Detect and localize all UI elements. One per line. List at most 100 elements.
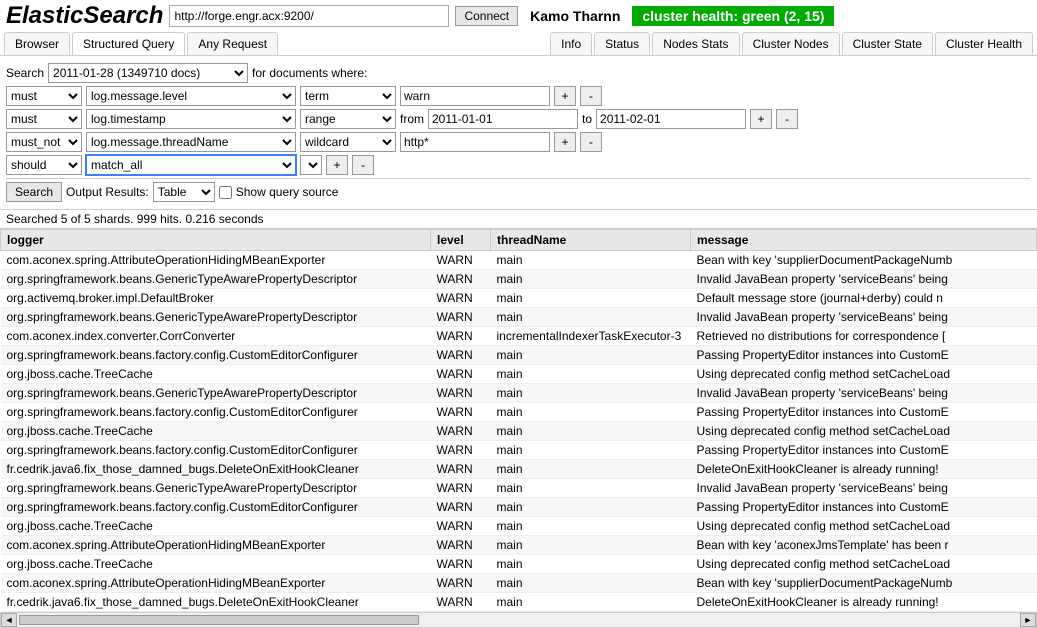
value-input[interactable] — [400, 132, 550, 152]
cell-logger: com.aconex.index.converter.CorrConverter — [1, 327, 431, 346]
cell-thread: main — [491, 403, 691, 422]
column-header-threadName[interactable]: threadName — [491, 230, 691, 251]
cell-msg: Using deprecated config method setCacheL… — [691, 422, 1037, 441]
cell-msg: Invalid JavaBean property 'serviceBeans'… — [691, 270, 1037, 289]
cell-msg: Default message store (journal+derby) co… — [691, 289, 1037, 308]
cell-thread: main — [491, 517, 691, 536]
tab-cluster-health[interactable]: Cluster Health — [935, 32, 1033, 55]
cell-level: WARN — [431, 422, 491, 441]
field-select[interactable]: log.message.level — [86, 86, 296, 106]
add-clause-button[interactable]: + — [554, 132, 576, 152]
table-row[interactable]: org.springframework.beans.GenericTypeAwa… — [1, 479, 1037, 498]
remove-clause-button[interactable]: - — [580, 132, 602, 152]
bool-select[interactable]: must — [6, 86, 82, 106]
show-query-source-label: Show query source — [236, 185, 339, 199]
bool-select[interactable]: must_not — [6, 132, 82, 152]
cell-level: WARN — [431, 403, 491, 422]
app-logo: ElasticSearch — [6, 2, 163, 30]
field-select[interactable]: log.message.threadName — [86, 132, 296, 152]
add-clause-button[interactable]: + — [750, 109, 772, 129]
show-query-source-checkbox[interactable] — [219, 186, 232, 199]
cell-level: WARN — [431, 365, 491, 384]
tab-info[interactable]: Info — [550, 32, 592, 55]
column-header-level[interactable]: level — [431, 230, 491, 251]
cluster-url-input[interactable] — [169, 5, 449, 27]
horizontal-scrollbar[interactable]: ◄ ► — [0, 612, 1037, 628]
cell-logger: org.jboss.cache.TreeCache — [1, 555, 431, 574]
column-header-logger[interactable]: logger — [1, 230, 431, 251]
add-clause-button[interactable]: + — [554, 86, 576, 106]
cell-msg: Using deprecated config method setCacheL… — [691, 517, 1037, 536]
tab-browser[interactable]: Browser — [4, 32, 70, 55]
cell-msg: Passing PropertyEditor instances into Cu… — [691, 403, 1037, 422]
cell-logger: org.springframework.beans.factory.config… — [1, 498, 431, 517]
cell-logger: fr.cedrik.java6.fix_those_damned_bugs.De… — [1, 593, 431, 612]
username-label: Kamo Tharnn — [530, 8, 620, 24]
table-row[interactable]: org.springframework.beans.factory.config… — [1, 403, 1037, 422]
table-row[interactable]: org.springframework.beans.GenericTypeAwa… — [1, 270, 1037, 289]
value-input[interactable] — [428, 109, 578, 129]
search-button[interactable]: Search — [6, 182, 62, 202]
scroll-right-arrow[interactable]: ► — [1020, 613, 1036, 627]
scroll-left-arrow[interactable]: ◄ — [1, 613, 17, 627]
cell-level: WARN — [431, 479, 491, 498]
cell-thread: main — [491, 479, 691, 498]
value-input[interactable] — [400, 86, 550, 106]
cell-msg: Passing PropertyEditor instances into Cu… — [691, 498, 1037, 517]
tab-any-request[interactable]: Any Request — [187, 32, 278, 55]
tab-nodes-stats[interactable]: Nodes Stats — [652, 32, 739, 55]
output-format-select[interactable]: Table — [153, 182, 215, 202]
table-row[interactable]: org.springframework.beans.factory.config… — [1, 346, 1037, 365]
index-select[interactable]: 2011-01-28 (1349710 docs) — [48, 63, 248, 83]
value2-input[interactable] — [596, 109, 746, 129]
table-row[interactable]: org.jboss.cache.TreeCacheWARNmainUsing d… — [1, 422, 1037, 441]
empty-select[interactable] — [300, 155, 322, 175]
table-row[interactable]: org.springframework.beans.factory.config… — [1, 441, 1037, 460]
to-label: to — [582, 112, 592, 126]
operator-select[interactable]: wildcard — [300, 132, 396, 152]
field-select[interactable]: log.timestamp — [86, 109, 296, 129]
tab-cluster-nodes[interactable]: Cluster Nodes — [742, 32, 840, 55]
output-results-label: Output Results: — [66, 185, 149, 199]
cell-logger: org.springframework.beans.factory.config… — [1, 346, 431, 365]
table-row[interactable]: org.springframework.beans.GenericTypeAwa… — [1, 384, 1037, 403]
scroll-thumb[interactable] — [19, 615, 419, 625]
bool-select[interactable]: must — [6, 109, 82, 129]
column-header-message[interactable]: message — [691, 230, 1037, 251]
cell-thread: main — [491, 346, 691, 365]
table-row[interactable]: org.springframework.beans.factory.config… — [1, 498, 1037, 517]
cluster-health-badge: cluster health: green (2, 15) — [632, 6, 834, 26]
cell-level: WARN — [431, 460, 491, 479]
cell-level: WARN — [431, 555, 491, 574]
connect-button[interactable]: Connect — [455, 6, 518, 26]
table-row[interactable]: com.aconex.index.converter.CorrConverter… — [1, 327, 1037, 346]
table-row[interactable]: com.aconex.spring.AttributeOperationHidi… — [1, 251, 1037, 270]
field-select[interactable]: match_all — [86, 155, 296, 175]
remove-clause-button[interactable]: - — [580, 86, 602, 106]
table-row[interactable]: org.jboss.cache.TreeCacheWARNmainUsing d… — [1, 365, 1037, 384]
cell-logger: org.springframework.beans.GenericTypeAwa… — [1, 384, 431, 403]
tab-structured-query[interactable]: Structured Query — [72, 32, 185, 55]
cell-msg: Invalid JavaBean property 'serviceBeans'… — [691, 308, 1037, 327]
cell-logger: org.jboss.cache.TreeCache — [1, 517, 431, 536]
table-row[interactable]: org.springframework.beans.GenericTypeAwa… — [1, 308, 1037, 327]
table-row[interactable]: org.jboss.cache.TreeCacheWARNmainUsing d… — [1, 555, 1037, 574]
table-row[interactable]: fr.cedrik.java6.fix_those_damned_bugs.De… — [1, 460, 1037, 479]
for-documents-label: for documents where: — [252, 66, 367, 80]
remove-clause-button[interactable]: - — [776, 109, 798, 129]
table-row[interactable]: com.aconex.spring.AttributeOperationHidi… — [1, 574, 1037, 593]
table-row[interactable]: org.jboss.cache.TreeCacheWARNmainUsing d… — [1, 517, 1037, 536]
tab-cluster-state[interactable]: Cluster State — [842, 32, 933, 55]
operator-select[interactable]: range — [300, 109, 396, 129]
remove-clause-button[interactable]: - — [352, 155, 374, 175]
table-row[interactable]: com.aconex.spring.AttributeOperationHidi… — [1, 536, 1037, 555]
cell-msg: DeleteOnExitHookCleaner is already runni… — [691, 460, 1037, 479]
cell-logger: org.springframework.beans.factory.config… — [1, 403, 431, 422]
cell-msg: Bean with key 'supplierDocumentPackageNu… — [691, 251, 1037, 270]
table-row[interactable]: org.activemq.broker.impl.DefaultBrokerWA… — [1, 289, 1037, 308]
tab-status[interactable]: Status — [594, 32, 650, 55]
bool-select[interactable]: should — [6, 155, 82, 175]
operator-select[interactable]: term — [300, 86, 396, 106]
add-clause-button[interactable]: + — [326, 155, 348, 175]
table-row[interactable]: fr.cedrik.java6.fix_those_damned_bugs.De… — [1, 593, 1037, 612]
